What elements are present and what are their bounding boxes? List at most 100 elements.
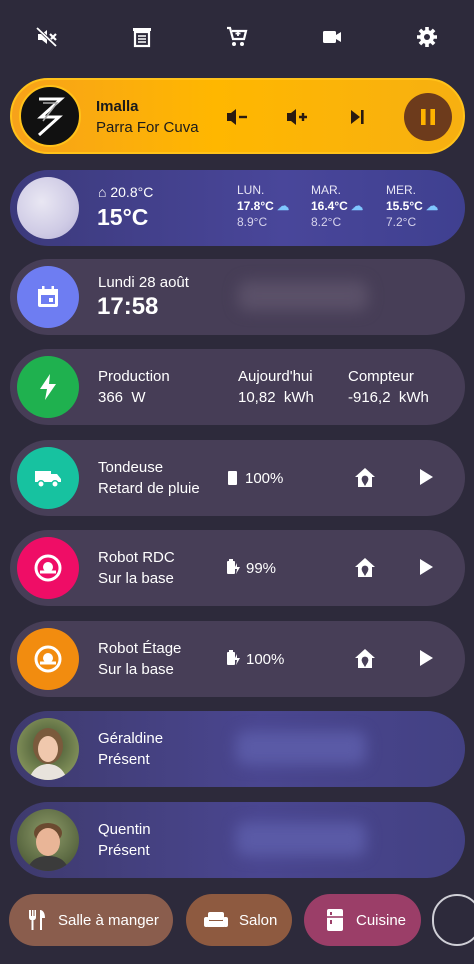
fridge-icon xyxy=(327,909,343,931)
mower-icon-circle xyxy=(17,447,79,509)
forecast-high: 15.5°C xyxy=(386,199,423,213)
lightning-icon xyxy=(40,374,56,400)
energy-card[interactable]: Production 366 W Aujourd'hui 10,82 kWh C… xyxy=(10,349,465,425)
pause-button[interactable] xyxy=(404,93,452,141)
forecast-day-label: MER. xyxy=(386,183,416,197)
blurred-content xyxy=(238,281,368,311)
production-value: 366 W xyxy=(98,389,146,406)
home-map-marker-icon xyxy=(355,468,375,487)
play-icon xyxy=(420,650,433,666)
person-status: Présent xyxy=(98,751,150,768)
meter-value: -916,2 kWh xyxy=(348,389,429,406)
start-button[interactable] xyxy=(418,558,434,581)
forecast-day: MAR. 16.4°C ☁ 8.2°C xyxy=(311,182,363,230)
battery-charging-icon xyxy=(227,559,240,574)
forecast-high: 16.4°C xyxy=(311,199,348,213)
lightning-icon-circle xyxy=(17,356,79,418)
home-map-marker-icon xyxy=(355,558,375,577)
person-card-geraldine[interactable]: Géraldine Présent xyxy=(10,711,465,787)
forecast-low: 7.2°C xyxy=(386,215,417,229)
video-camera-icon[interactable] xyxy=(309,14,355,60)
robot-rdc-card[interactable]: Robot RDC Sur la base 99% xyxy=(10,530,465,606)
battery-full-icon xyxy=(228,471,237,485)
calendar-icon xyxy=(38,286,58,307)
robot-vacuum-icon xyxy=(34,554,62,582)
home-icon: ⌂ xyxy=(98,184,107,200)
device-name: Robot Étage xyxy=(98,640,182,657)
person-name: Quentin xyxy=(98,821,151,838)
room-chip-salon[interactable]: Salon xyxy=(186,894,292,946)
start-button[interactable] xyxy=(418,649,434,672)
cart-icon[interactable] xyxy=(214,14,260,60)
return-home-button[interactable] xyxy=(353,647,377,676)
return-home-button[interactable] xyxy=(353,466,377,495)
top-action-bar xyxy=(0,14,474,60)
play-icon xyxy=(420,559,433,575)
volume-down-button[interactable] xyxy=(220,100,254,134)
blurred-content xyxy=(236,731,366,765)
blurred-content xyxy=(236,822,366,856)
person-name: Géraldine xyxy=(98,730,164,747)
device-status: Sur la base xyxy=(98,570,174,587)
device-name: Tondeuse xyxy=(98,459,164,476)
robot-etage-card[interactable]: Robot Étage Sur la base 100% xyxy=(10,621,465,697)
room-label: Salon xyxy=(239,911,278,929)
media-track: Parra For Cuva xyxy=(96,119,199,136)
receipt-icon[interactable] xyxy=(119,14,165,60)
battery-row: 99% xyxy=(226,558,276,579)
avatar xyxy=(17,718,79,780)
sofa-icon xyxy=(204,912,228,927)
forecast-day-label: MAR. xyxy=(311,183,341,197)
battery-level: 100% xyxy=(245,470,284,487)
today-label: Aujourd'hui xyxy=(238,368,313,385)
album-art xyxy=(19,85,81,147)
avatar xyxy=(17,809,79,871)
current-date: Lundi 28 août xyxy=(98,274,189,291)
volume-off-icon[interactable] xyxy=(24,14,70,60)
indoor-temperature: 20.8°C xyxy=(110,184,154,200)
media-player-card[interactable]: Imalla Parra For Cuva xyxy=(10,78,465,154)
pause-icon xyxy=(421,109,435,125)
mower-icon xyxy=(35,471,61,488)
battery-row: 100% xyxy=(228,468,283,489)
robot-vacuum-icon xyxy=(34,645,62,673)
room-chip-cuisine[interactable]: Cuisine xyxy=(304,894,421,946)
today-value: 10,82 kWh xyxy=(238,389,314,406)
silverware-icon xyxy=(29,910,45,930)
date-time-card[interactable]: Lundi 28 août 17:58 xyxy=(10,259,465,335)
forecast-low: 8.9°C xyxy=(237,215,268,229)
home-map-marker-icon xyxy=(355,649,375,668)
return-home-button[interactable] xyxy=(353,556,377,585)
battery-charging-icon xyxy=(227,650,240,665)
device-status: Retard de pluie xyxy=(98,480,200,497)
forecast-day-label: LUN. xyxy=(237,183,265,197)
person-card-quentin[interactable]: Quentin Présent xyxy=(10,802,465,878)
indoor-temperature-row: ⌂ 20.8°C xyxy=(98,182,153,203)
rain-cloud-icon: ☁ xyxy=(351,199,364,213)
forecast-high: 17.8°C xyxy=(237,199,274,213)
calendar-icon-circle xyxy=(17,266,79,328)
device-name: Robot RDC xyxy=(98,549,175,566)
start-button[interactable] xyxy=(418,468,434,491)
room-label: Salle à manger xyxy=(58,911,159,929)
robot-vacuum-icon-circle xyxy=(17,628,79,690)
room-label: Cuisine xyxy=(356,911,407,929)
forecast-day: LUN. 17.8°C ☁ 8.9°C xyxy=(237,182,289,230)
room-chip-partial[interactable] xyxy=(432,894,474,946)
weather-card[interactable]: ⌂ 20.8°C 15°C LUN. 17.8°C ☁ 8.9°C MAR. 1… xyxy=(10,170,465,246)
forecast-day: MER. 15.5°C ☁ 7.2°C xyxy=(386,182,438,230)
weather-cloudy-image xyxy=(17,177,79,239)
room-chip-salle-a-manger[interactable]: Salle à manger xyxy=(9,894,173,946)
meter-label: Compteur xyxy=(348,368,414,385)
mower-card[interactable]: Tondeuse Retard de pluie 100% xyxy=(10,440,465,516)
gear-icon[interactable] xyxy=(404,14,450,60)
play-icon xyxy=(420,469,433,485)
rain-cloud-icon: ☁ xyxy=(426,199,439,213)
volume-up-button[interactable] xyxy=(280,100,314,134)
battery-level: 100% xyxy=(246,651,285,668)
next-track-button[interactable] xyxy=(340,100,374,134)
battery-level: 99% xyxy=(246,560,277,577)
battery-row: 100% xyxy=(226,649,284,670)
production-label: Production xyxy=(98,368,170,385)
forecast-low: 8.2°C xyxy=(311,215,342,229)
